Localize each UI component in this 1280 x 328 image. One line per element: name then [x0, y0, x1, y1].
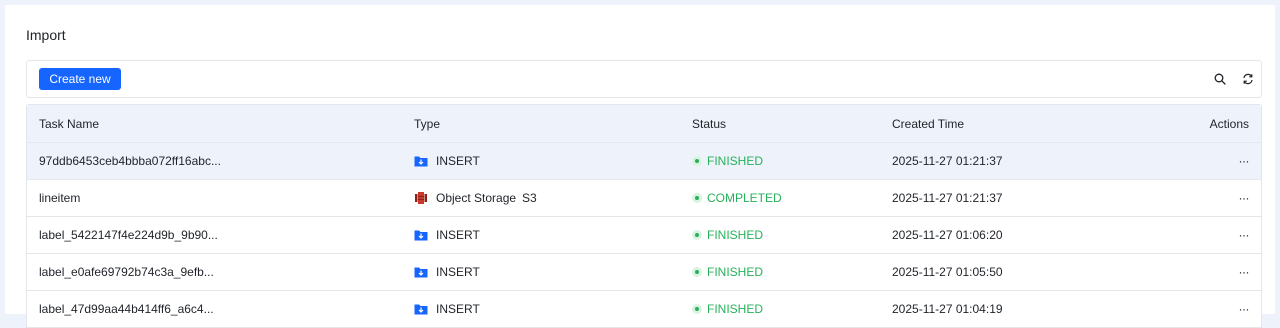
task-name[interactable]: label_e0afe69792b74c3a_9efb... [27, 265, 414, 279]
type-label: INSERT [436, 154, 480, 168]
header-type[interactable]: Type [414, 117, 692, 131]
type-sub-label: S3 [522, 191, 537, 205]
header-status[interactable]: Status [692, 117, 892, 131]
import-tasks-table: Task Name Type Status Created Time Actio… [26, 104, 1262, 328]
created-time: 2025-11-27 01:21:37 [892, 191, 1003, 205]
type-label: INSERT [436, 265, 480, 279]
task-name[interactable]: label_5422147f4e224d9b_9b90... [27, 228, 414, 242]
status-dot-icon [692, 230, 702, 240]
status-badge: FINISHED [707, 265, 764, 279]
folder-download-icon [414, 154, 428, 168]
toolbar: Create new [26, 60, 1262, 98]
status-dot-icon [692, 193, 702, 203]
status-badge: FINISHED [707, 154, 764, 168]
status-badge: COMPLETED [707, 191, 782, 205]
more-actions-icon[interactable]: ··· [1239, 265, 1250, 279]
header-task-name[interactable]: Task Name [27, 117, 414, 131]
more-actions-icon[interactable]: ··· [1239, 191, 1250, 205]
import-page: Import Create new Task Name Type Status … [5, 5, 1275, 328]
table-row[interactable]: 97ddb6453ceb4bbba072ff16abc... INSERT FI… [27, 143, 1261, 180]
create-new-button[interactable]: Create new [39, 68, 121, 90]
page-title: Import [26, 27, 66, 43]
refresh-icon[interactable] [1240, 71, 1256, 87]
created-time: 2025-11-27 01:06:20 [892, 228, 1003, 242]
status-badge: FINISHED [707, 228, 764, 242]
status-dot-icon [692, 156, 702, 166]
more-actions-icon[interactable]: ··· [1239, 228, 1250, 242]
status-dot-icon [692, 267, 702, 277]
table-row[interactable]: lineitem Object Storage S3 COMPLETED 202… [27, 180, 1261, 217]
folder-download-icon [414, 265, 428, 279]
status-dot-icon [692, 304, 702, 314]
type-label: Object Storage [436, 191, 517, 205]
task-name[interactable]: 97ddb6453ceb4bbba072ff16abc... [27, 154, 414, 168]
header-created-time[interactable]: Created Time [892, 117, 1162, 131]
more-actions-icon[interactable]: ··· [1239, 154, 1250, 168]
header-actions: Actions [1209, 116, 1249, 131]
created-time: 2025-11-27 01:21:37 [892, 154, 1003, 168]
table-row[interactable]: label_e0afe69792b74c3a_9efb... INSERT FI… [27, 254, 1261, 291]
folder-download-icon [414, 228, 428, 242]
s3-icon [414, 191, 428, 205]
table-header: Task Name Type Status Created Time Actio… [27, 105, 1261, 143]
table-row[interactable]: label_47d99aa44b414ff6_a6c4... INSERT FI… [27, 291, 1261, 328]
task-name[interactable]: lineitem [27, 191, 414, 205]
search-icon[interactable] [1212, 71, 1228, 87]
created-time: 2025-11-27 01:05:50 [892, 265, 1003, 279]
type-label: INSERT [436, 228, 480, 242]
table-row[interactable]: label_5422147f4e224d9b_9b90... INSERT FI… [27, 217, 1261, 254]
